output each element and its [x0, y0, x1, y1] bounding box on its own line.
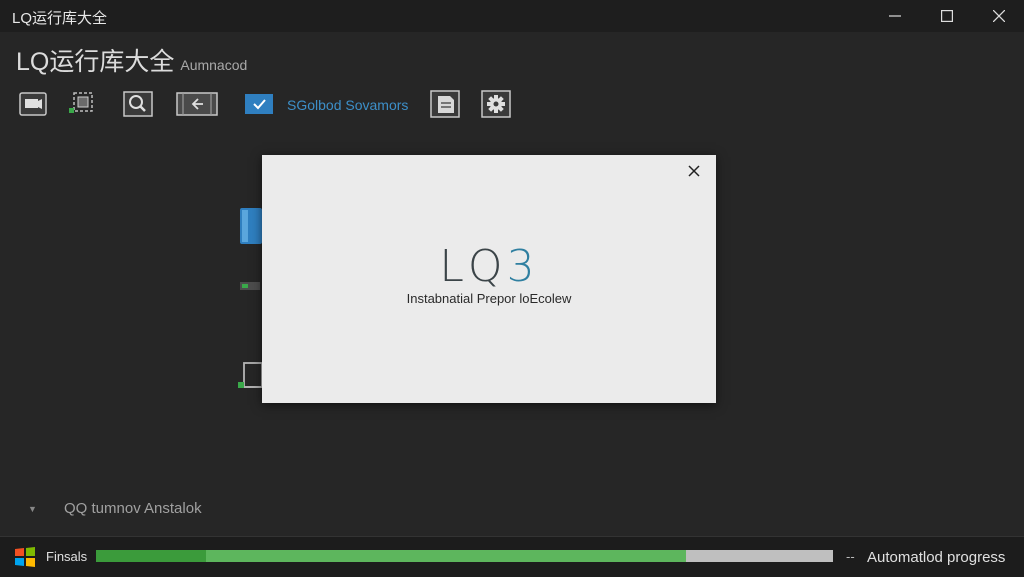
gear-icon	[481, 90, 511, 118]
component-icon	[69, 92, 93, 113]
maximize-button[interactable]	[924, 0, 970, 32]
search-icon	[123, 91, 153, 117]
window-title: LQ运行库大全	[12, 10, 108, 27]
progress-fill	[96, 550, 686, 562]
document-button[interactable]	[429, 88, 461, 120]
package-icon	[176, 92, 218, 116]
tag-icon	[240, 282, 260, 290]
windows-logo-icon	[15, 547, 35, 567]
status-text: Automatlod progress	[867, 549, 1006, 566]
logo-main: LQ	[439, 241, 507, 292]
screen-button[interactable]	[17, 88, 49, 120]
document-icon	[430, 90, 460, 118]
component-button[interactable]	[67, 88, 99, 120]
app-header: LQ运行库大全 Aumnacod	[16, 42, 247, 78]
app-title: LQ运行库大全	[16, 48, 175, 76]
status-separator: --	[846, 549, 855, 564]
close-icon	[993, 10, 1005, 22]
maximize-icon	[941, 10, 953, 22]
tree-item-label: QQ tumnov Anstalok	[64, 500, 202, 517]
dialog-subtitle: Instabnatial Prepor loEcolew	[406, 291, 572, 306]
chevron-down-icon[interactable]: ▼	[28, 504, 52, 514]
logo-accent: 3	[506, 241, 539, 292]
minimize-button[interactable]	[872, 0, 918, 32]
app-subtitle: Aumnacod	[180, 57, 248, 73]
check-button[interactable]	[243, 88, 275, 120]
dialog-close-button[interactable]	[684, 161, 704, 181]
search-button[interactable]	[122, 88, 154, 120]
check-icon	[245, 94, 273, 114]
tree-item[interactable]: ▼ QQ tumnov Anstalok	[28, 500, 202, 517]
splash-dialog: LQ3 Instabnatial Prepor loEcolew	[262, 155, 716, 403]
book-icon	[240, 208, 262, 244]
minimize-icon	[889, 15, 901, 17]
progress-bar	[96, 550, 833, 562]
status-bar: Finsals -- Automatlod progress	[0, 536, 1024, 577]
select-label[interactable]: SGolbod Sovamors	[287, 97, 408, 113]
settings-button[interactable]	[480, 88, 512, 120]
screen-icon	[19, 92, 47, 116]
close-icon	[688, 165, 700, 177]
package-button[interactable]	[174, 88, 220, 120]
status-label: Finsals	[46, 549, 88, 564]
close-button[interactable]	[976, 0, 1022, 32]
dialog-logo: LQ3	[262, 241, 716, 292]
title-bar: LQ运行库大全	[0, 0, 1024, 32]
terminal-icon	[238, 362, 262, 388]
